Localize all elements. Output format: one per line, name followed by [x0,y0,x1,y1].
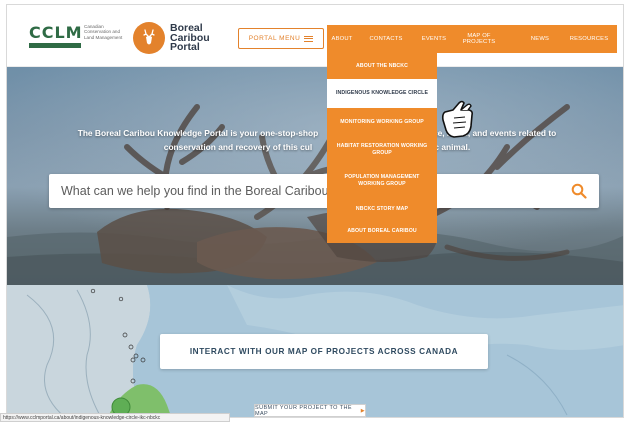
projects-map[interactable]: INTERACT WITH OUR MAP OF PROJECTS ACROSS… [7,285,623,417]
brand-line-3: Portal [170,41,200,53]
hero-line-1-part-a: The Boreal Caribou Knowledge Portal is y… [77,128,319,138]
search-input[interactable] [61,174,561,208]
status-bar-url: https://www.cclmportal.ca/about/indigeno… [0,413,230,422]
dropdown-item-monitoring-working-group[interactable]: MONITORING WORKING GROUP [327,109,437,135]
nav-item-about[interactable]: ABOUT [327,25,357,53]
dropdown-item-indigenous-knowledge-circle[interactable]: INDIGENOUS KNOWLEDGE CIRCLE [327,79,437,108]
portal-menu-label: PORTAL MENU [248,35,301,42]
nav-item-resources[interactable]: RESOURCES [564,25,614,53]
dropdown-item-nbckc-story-map[interactable]: NBCKC STORY MAP [327,199,437,219]
brand-wordmark[interactable]: Boreal Caribou Portal [170,23,230,53]
main-nav: ABOUT CONTACTS EVENTS MAP OF PROJECTS NE… [327,25,617,53]
hero-tagline-line-1: The Boreal Caribou Knowledge Portal is y… [37,126,597,140]
cclm-logo-bar [29,43,81,48]
nav-item-news[interactable]: NEWS [523,25,557,53]
interact-map-button[interactable]: INTERACT WITH OUR MAP OF PROJECTS ACROSS… [160,334,488,369]
nav-item-map-of-projects[interactable]: MAP OF PROJECTS [459,25,499,53]
search-icon[interactable] [571,183,587,204]
site-header: CCLM Canadian Conservation and Land Mana… [7,5,623,67]
hand-pointer-cursor-icon [441,100,473,138]
nav-item-contacts[interactable]: CONTACTS [362,25,410,53]
hero-tagline: The Boreal Caribou Knowledge Portal is y… [37,126,597,154]
about-dropdown-menu: ABOUT THE NBCKC INDIGENOUS KNOWLEDGE CIR… [327,53,437,243]
dropdown-item-about-boreal-caribou[interactable]: ABOUT BOREAL CARIBOU [327,221,437,241]
dropdown-item-habitat-restoration-working-group[interactable]: HABITAT RESTORATION WORKING GROUP [327,137,437,163]
dropdown-item-population-management-working-group[interactable]: POPULATION MANAGEMENT WORKING GROUP [327,167,437,195]
submit-project-label: SUBMIT YOUR PROJECT TO THE MAP [255,404,352,417]
caribou-logo-icon[interactable] [133,22,165,54]
hero-banner: The Boreal Caribou Knowledge Portal is y… [7,67,623,285]
portal-menu-button[interactable]: PORTAL MENU [238,28,324,49]
hero-tagline-line-2: conservation and recovery of this cul ni… [37,140,597,154]
hamburger-icon [304,35,314,42]
browser-viewport: CCLM Canadian Conservation and Land Mana… [6,4,624,418]
nav-item-events[interactable]: EVENTS [414,25,454,53]
submit-project-button[interactable]: SUBMIT YOUR PROJECT TO THE MAP ▶ [254,404,366,417]
dropdown-item-about-nbckc[interactable]: ABOUT THE NBCKC [327,53,437,79]
cclm-logo-subtitle: Canadian Conservation and Land Managemen… [84,24,123,40]
cclm-logo[interactable]: CCLM Canadian Conservation and Land Mana… [29,21,123,51]
cclm-logo-letters: CCLM [29,23,83,42]
hero-line-2-part-a: conservation and recovery of this cul [163,142,313,152]
search-bar [49,174,599,208]
arrow-right-icon: ▶ [360,407,365,414]
